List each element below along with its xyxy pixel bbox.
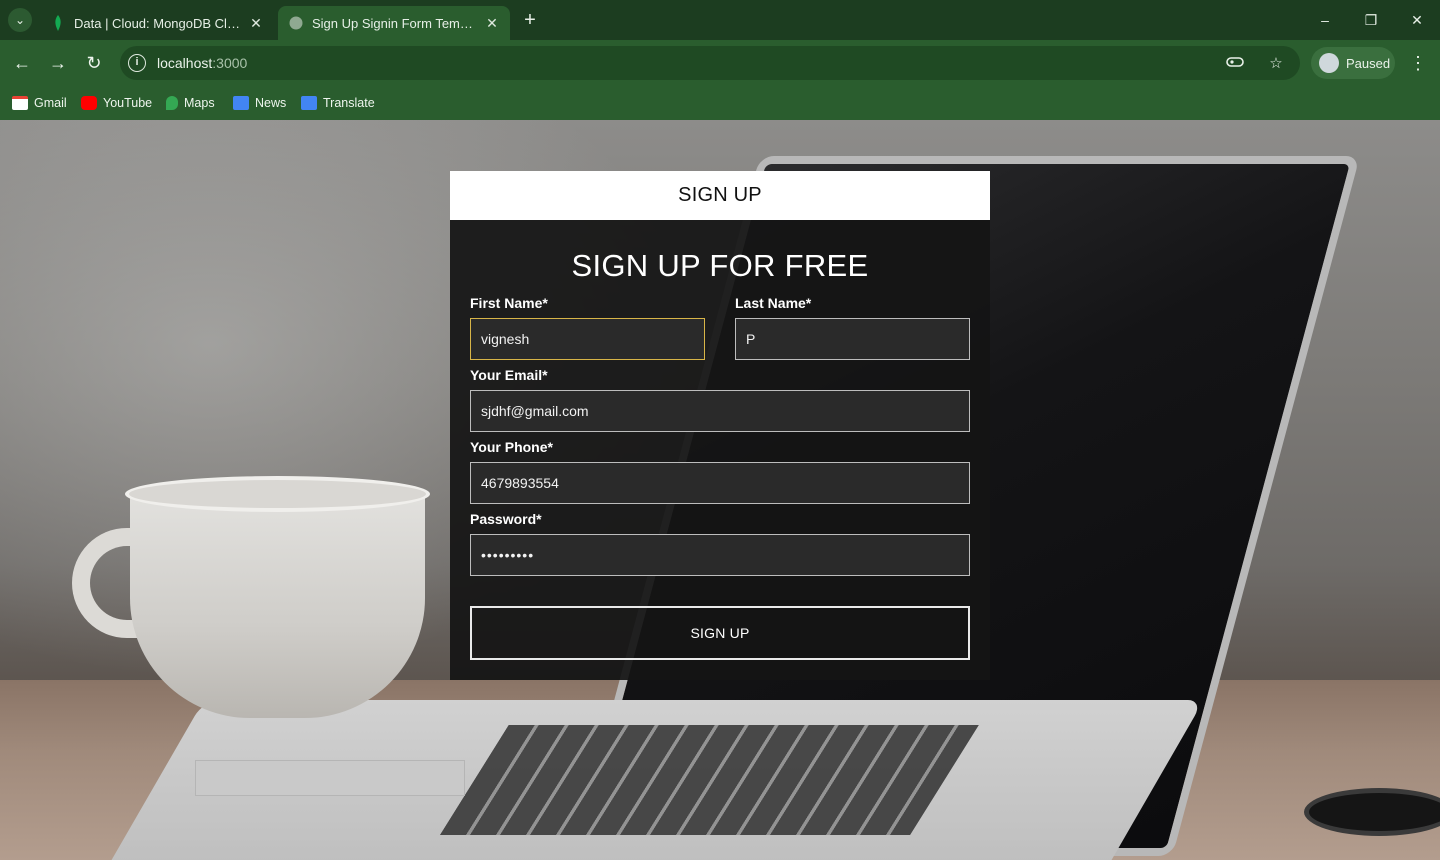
news-icon [233, 96, 249, 110]
close-window-icon[interactable]: ✕ [1405, 8, 1429, 32]
bookmark-news[interactable]: News [233, 92, 286, 114]
back-arrow-icon[interactable]: ← [9, 50, 35, 76]
first-name-label: First Name* [470, 295, 548, 311]
restore-icon[interactable]: ❐ [1359, 8, 1383, 32]
bookmark-translate[interactable]: Translate [301, 92, 375, 114]
bookmark-label: Maps [184, 96, 215, 110]
tab-title: Data | Cloud: MongoDB Cloud [74, 15, 242, 31]
bookmark-label: News [255, 96, 287, 110]
password-key-icon[interactable] [1226, 55, 1244, 73]
url-port: :3000 [212, 55, 248, 71]
mongodb-leaf-icon [50, 15, 66, 31]
browser-toolbar: ← → ↻ i localhost:3000 ☆ Paused ⋮ [0, 40, 1440, 86]
last-name-input[interactable]: P [735, 318, 970, 360]
new-tab-plus-icon[interactable]: + [518, 9, 542, 33]
youtube-icon [81, 96, 97, 110]
password-label: Password* [470, 511, 542, 527]
tab-mongodb[interactable]: Data | Cloud: MongoDB Cloud ✕ [40, 6, 274, 40]
translate-icon [301, 96, 317, 110]
close-tab-icon[interactable]: ✕ [248, 15, 264, 32]
globe-icon [288, 15, 304, 31]
laptop-trackpad [195, 760, 465, 796]
bookmark-maps[interactable]: Maps [166, 92, 215, 114]
sign-up-submit-button[interactable]: SIGN UP [470, 606, 970, 660]
address-url[interactable]: localhost:3000 [157, 55, 247, 71]
bookmark-label: YouTube [103, 96, 153, 110]
form-title: SIGN UP FOR FREE [571, 248, 869, 283]
address-bar[interactable]: i localhost:3000 ☆ [120, 46, 1300, 80]
sign-up-form: SIGN UP FOR FREE First Name* vignesh Las… [450, 220, 990, 680]
reload-icon[interactable]: ↻ [81, 50, 107, 76]
minimize-icon[interactable]: – [1313, 8, 1337, 32]
tab-search-chevron-icon[interactable]: ⌄ [8, 8, 32, 32]
email-label: Your Email* [470, 367, 548, 383]
phone-label: Your Phone* [470, 439, 553, 455]
tab-title: Sign Up Signin Form Template I [312, 15, 478, 31]
email-input[interactable]: sjdhf@gmail.com [470, 390, 970, 432]
url-host: localhost [157, 55, 213, 71]
bookmark-label: Translate [323, 96, 375, 110]
phone-input[interactable]: 4679893554 [470, 462, 970, 504]
laptop-keyboard [440, 725, 979, 835]
form-header-tab[interactable]: SIGN UP [450, 171, 990, 220]
bookmark-label: Gmail [34, 96, 67, 110]
bookmark-gmail[interactable]: Gmail [12, 92, 67, 114]
cup-rim [125, 476, 430, 512]
bookmarks-bar: Gmail YouTube Maps News Translate [0, 86, 1440, 120]
tab-sign-up-form[interactable]: Sign Up Signin Form Template I ✕ [278, 6, 510, 40]
forward-arrow-icon[interactable]: → [45, 50, 71, 76]
profile-button[interactable]: Paused [1311, 47, 1395, 79]
avatar [1319, 53, 1339, 73]
more-menu-icon[interactable]: ⋮ [1406, 50, 1430, 76]
password-input[interactable]: ••••••••• [470, 534, 970, 576]
coffee-cup [130, 488, 425, 718]
bookmark-youtube[interactable]: YouTube [81, 92, 152, 114]
bookmark-star-icon[interactable]: ☆ [1267, 55, 1285, 73]
gmail-icon [12, 96, 28, 110]
close-tab-icon[interactable]: ✕ [484, 15, 500, 32]
first-name-input[interactable]: vignesh [470, 318, 705, 360]
site-info-icon[interactable]: i [128, 54, 146, 72]
profile-status: Paused [1346, 55, 1391, 71]
browser-tab-bar: ⌄ Data | Cloud: MongoDB Cloud ✕ Sign Up … [0, 0, 1440, 40]
last-name-label: Last Name* [735, 295, 812, 311]
maps-icon [166, 96, 178, 110]
